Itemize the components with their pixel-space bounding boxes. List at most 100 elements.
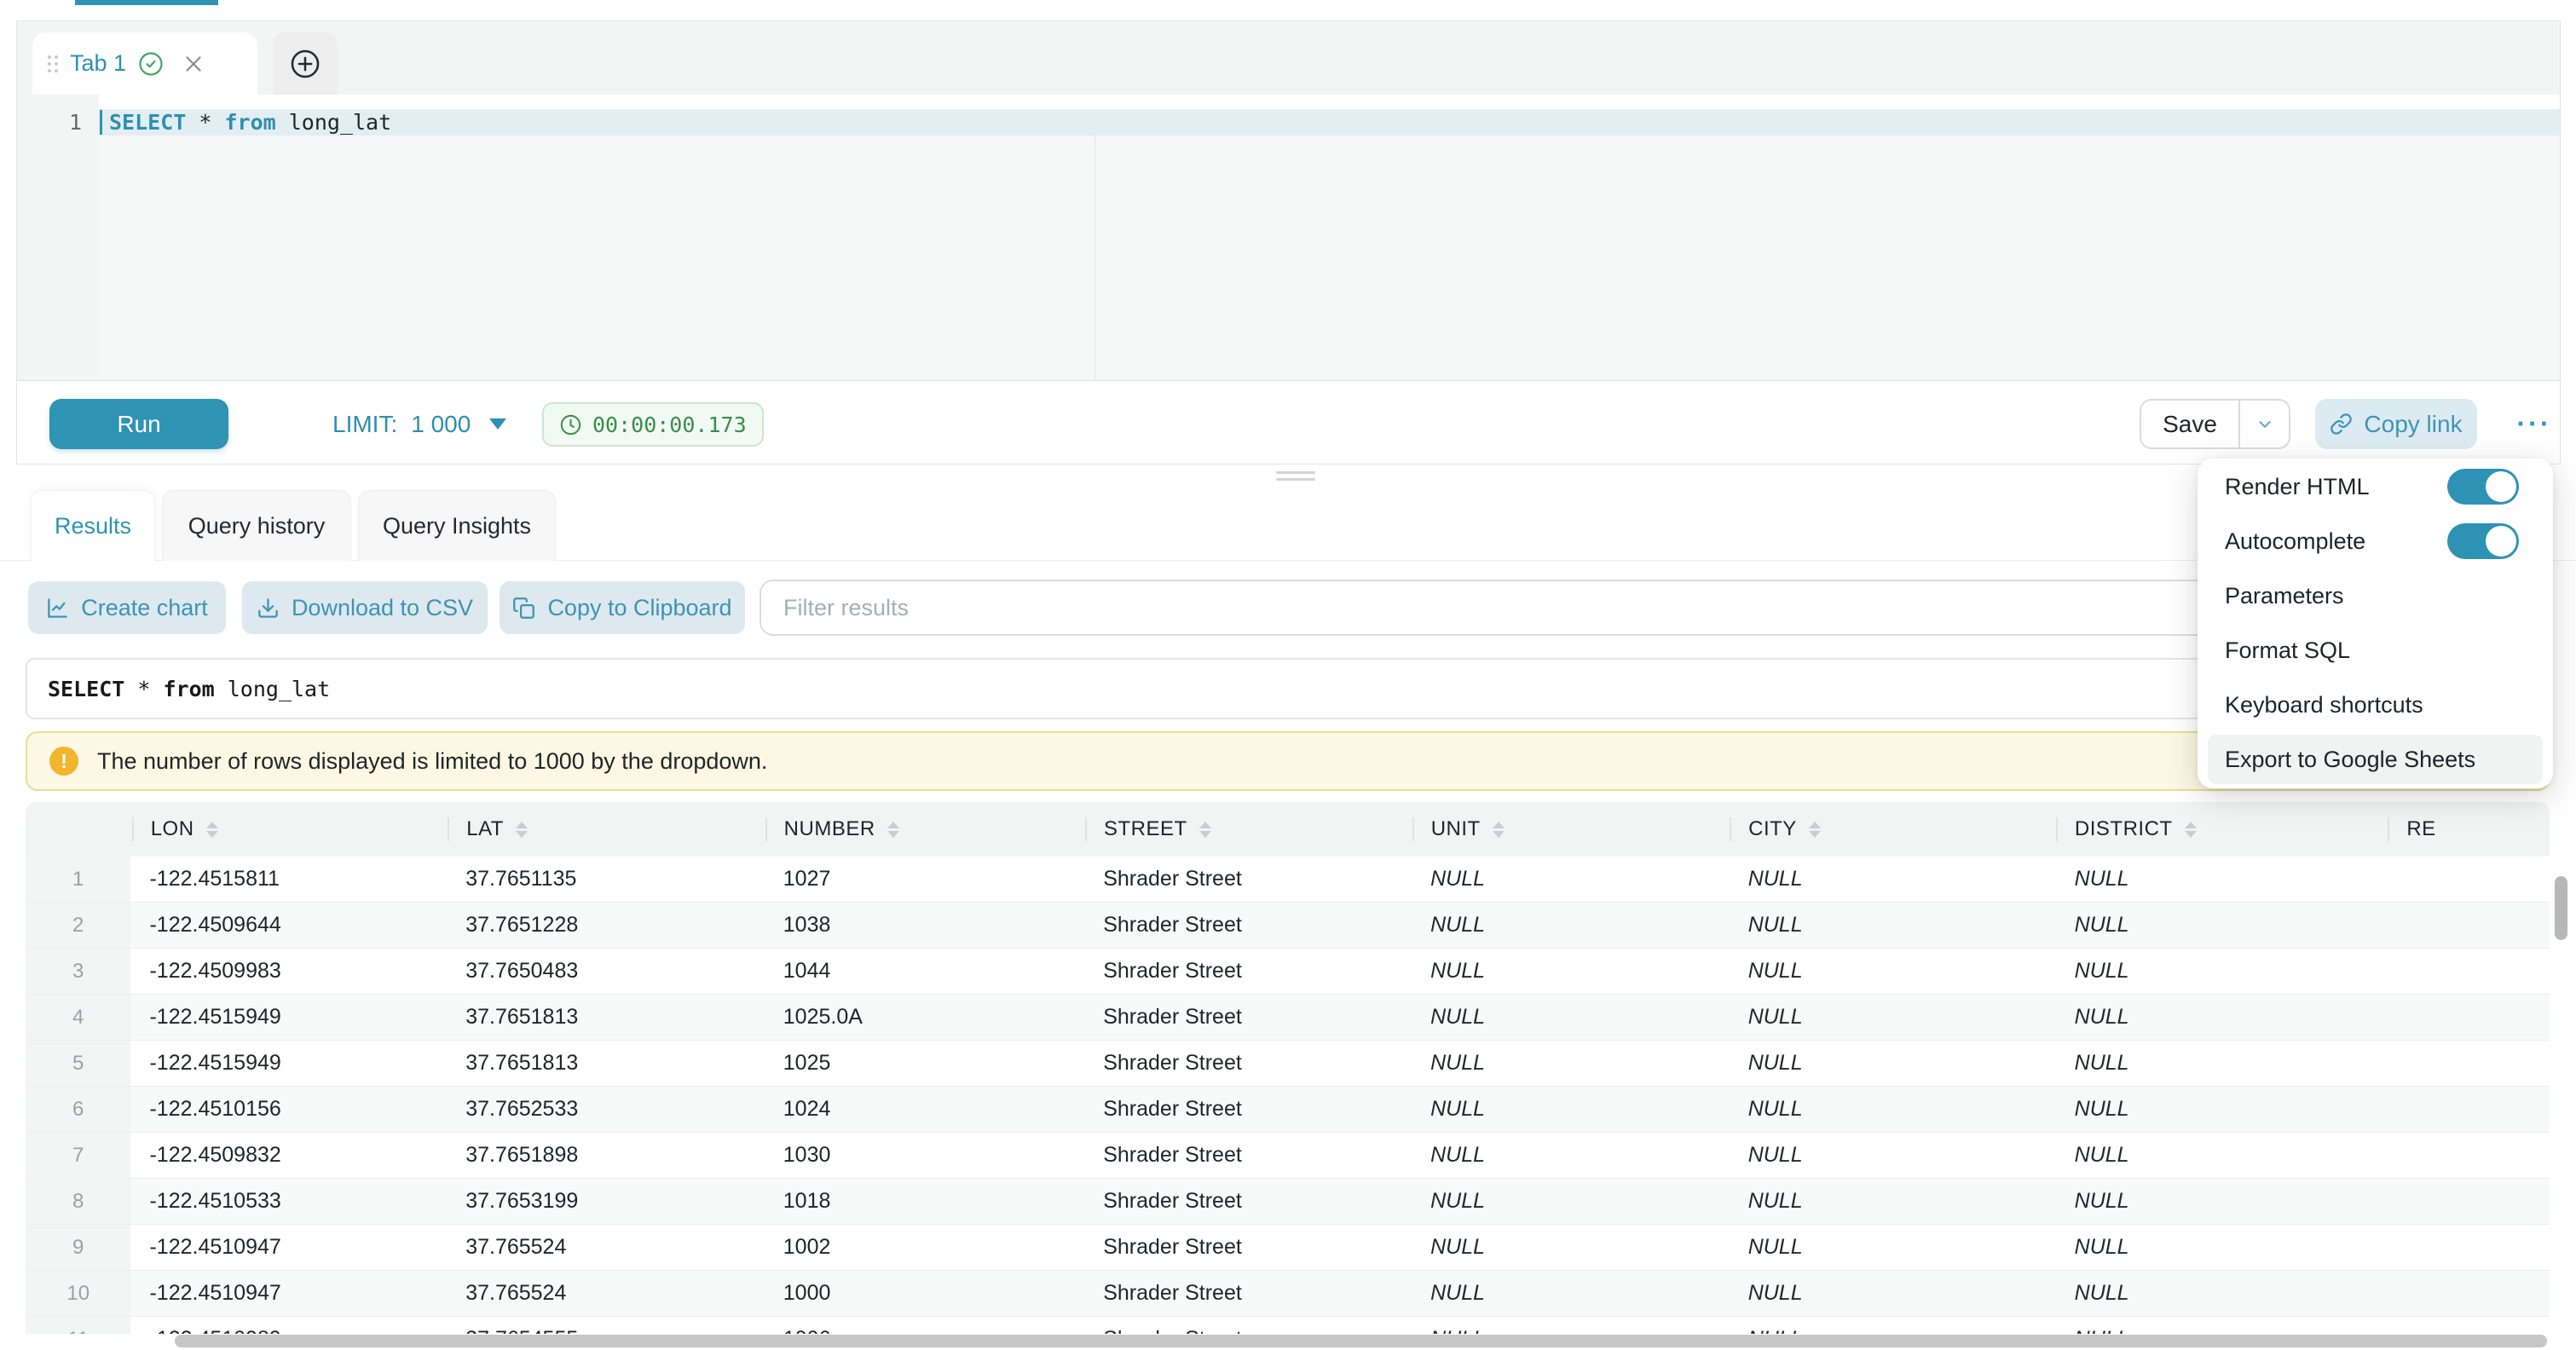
cell-city[interactable]: NULL [1730,857,2056,902]
cell-street[interactable]: Shrader Street [1084,995,1412,1040]
cell-number[interactable]: 1018 [765,1179,1084,1224]
cell-re[interactable] [2388,1317,2550,1334]
cell-street[interactable]: Shrader Street [1084,903,1412,948]
close-tab-icon[interactable] [182,53,205,75]
cell-unit[interactable]: NULL [1412,1225,1730,1270]
cell-unit[interactable]: NULL [1412,1133,1730,1178]
cell-re[interactable] [2388,1041,2550,1086]
vertical-scrollbar[interactable] [2555,876,2567,940]
cell-lat[interactable]: 37.7651813 [447,1041,765,1086]
cell-lon[interactable]: -122.4509644 [130,903,447,948]
column-header-street[interactable]: STREET [1085,802,1412,857]
menu-item-render-html[interactable]: Render HTML [2198,459,2553,514]
cell-street[interactable]: Shrader Street [1084,1317,1412,1334]
limit-dropdown[interactable]: LIMIT: 1 000 [332,399,506,449]
menu-item-export-to-google-sheets[interactable]: Export to Google Sheets [2208,735,2543,784]
toggle-switch[interactable] [2447,469,2519,505]
cell-lon[interactable]: -122.4509832 [130,1133,447,1178]
cell-lat[interactable]: 37.7651898 [447,1133,765,1178]
cell-street[interactable]: Shrader Street [1084,1225,1412,1270]
cell-district[interactable]: NULL [2056,1271,2388,1316]
cell-lon[interactable]: -122.4510156 [130,1087,447,1132]
cell-street[interactable]: Shrader Street [1084,949,1412,994]
cell-lon[interactable]: -122.4510947 [130,1271,447,1316]
row-number-cell[interactable]: 1 [26,857,130,902]
row-number-cell[interactable]: 2 [26,903,130,948]
toggle-switch[interactable] [2447,523,2519,559]
cell-number[interactable]: 1030 [765,1133,1084,1178]
save-options-button[interactable] [2240,401,2289,447]
column-header-lon[interactable]: LON [132,802,448,857]
cell-re[interactable] [2388,995,2550,1040]
cell-city[interactable]: NULL [1730,1133,2056,1178]
cell-unit[interactable]: NULL [1412,1087,1730,1132]
cell-lon[interactable]: -122.4509983 [130,949,447,994]
tab-1[interactable]: Tab 1 [32,32,257,95]
column-header-lat[interactable]: LAT [448,802,765,857]
column-header-re[interactable]: RE [2388,802,2550,857]
drag-grip-icon[interactable] [48,55,58,72]
cell-district[interactable]: NULL [2056,1225,2388,1270]
row-number-cell[interactable]: 8 [26,1179,130,1224]
cell-unit[interactable]: NULL [1412,1179,1730,1224]
cell-lat[interactable]: 37.7653199 [447,1179,765,1224]
cell-unit[interactable]: NULL [1412,949,1730,994]
cell-street[interactable]: Shrader Street [1084,1087,1412,1132]
create-chart-button[interactable]: Create chart [28,581,226,634]
cell-street[interactable]: Shrader Street [1084,857,1412,902]
cell-number[interactable]: 1044 [765,949,1084,994]
cell-re[interactable] [2388,1271,2550,1316]
cell-city[interactable]: NULL [1730,1271,2056,1316]
cell-unit[interactable]: NULL [1412,857,1730,902]
row-number-cell[interactable]: 7 [26,1133,130,1178]
cell-city[interactable]: NULL [1730,1179,2056,1224]
cell-lon[interactable]: -122.4515811 [130,857,447,902]
tab-results[interactable]: Results [31,490,155,561]
cell-city[interactable]: NULL [1730,1317,2056,1334]
cell-city[interactable]: NULL [1730,995,2056,1040]
cell-street[interactable]: Shrader Street [1084,1179,1412,1224]
cell-district[interactable]: NULL [2056,1041,2388,1086]
cell-re[interactable] [2388,1087,2550,1132]
pane-resize-handle[interactable] [1276,471,1315,485]
cell-city[interactable]: NULL [1730,1225,2056,1270]
cell-lat[interactable]: 37.7651813 [447,995,765,1040]
cell-number[interactable]: 1002 [765,1225,1084,1270]
cell-number[interactable]: 1006 [765,1317,1084,1334]
cell-city[interactable]: NULL [1730,1041,2056,1086]
copy-to-clipboard-button[interactable]: Copy to Clipboard [500,581,745,634]
cell-lat[interactable]: 37.765524 [447,1271,765,1316]
cell-lon[interactable]: -122.4515949 [130,1041,447,1086]
cell-city[interactable]: NULL [1730,949,2056,994]
cell-lat[interactable]: 37.7654555 [447,1317,765,1334]
cell-district[interactable]: NULL [2056,1133,2388,1178]
cell-street[interactable]: Shrader Street [1084,1133,1412,1178]
cell-district[interactable]: NULL [2056,857,2388,902]
horizontal-scrollbar[interactable] [175,1335,2547,1347]
cell-district[interactable]: NULL [2056,903,2388,948]
cell-lon[interactable]: -122.4515949 [130,995,447,1040]
menu-item-autocomplete[interactable]: Autocomplete [2198,514,2553,568]
cell-street[interactable]: Shrader Street [1084,1271,1412,1316]
row-number-cell[interactable]: 5 [26,1041,130,1086]
cell-district[interactable]: NULL [2056,949,2388,994]
cell-district[interactable]: NULL [2056,1179,2388,1224]
cell-lon[interactable]: -122.4510533 [130,1179,447,1224]
cell-number[interactable]: 1027 [765,857,1084,902]
row-number-cell[interactable]: 4 [26,995,130,1040]
cell-re[interactable] [2388,1225,2550,1270]
cell-unit[interactable]: NULL [1412,1041,1730,1086]
cell-number[interactable]: 1038 [765,903,1084,948]
cell-unit[interactable]: NULL [1412,1317,1730,1334]
more-options-button[interactable]: ··· [2508,399,2561,449]
cell-unit[interactable]: NULL [1412,903,1730,948]
menu-item-keyboard-shortcuts[interactable]: Keyboard shortcuts [2198,678,2553,732]
save-button[interactable]: Save [2141,401,2240,447]
row-number-cell[interactable]: 6 [26,1087,130,1132]
sql-editor[interactable]: 1 SELECT * from long_lat [17,95,2560,380]
cell-lat[interactable]: 37.7651135 [447,857,765,902]
cell-unit[interactable]: NULL [1412,1271,1730,1316]
cell-lat[interactable]: 37.7650483 [447,949,765,994]
cell-re[interactable] [2388,1179,2550,1224]
column-header-city[interactable]: CITY [1730,802,2056,857]
